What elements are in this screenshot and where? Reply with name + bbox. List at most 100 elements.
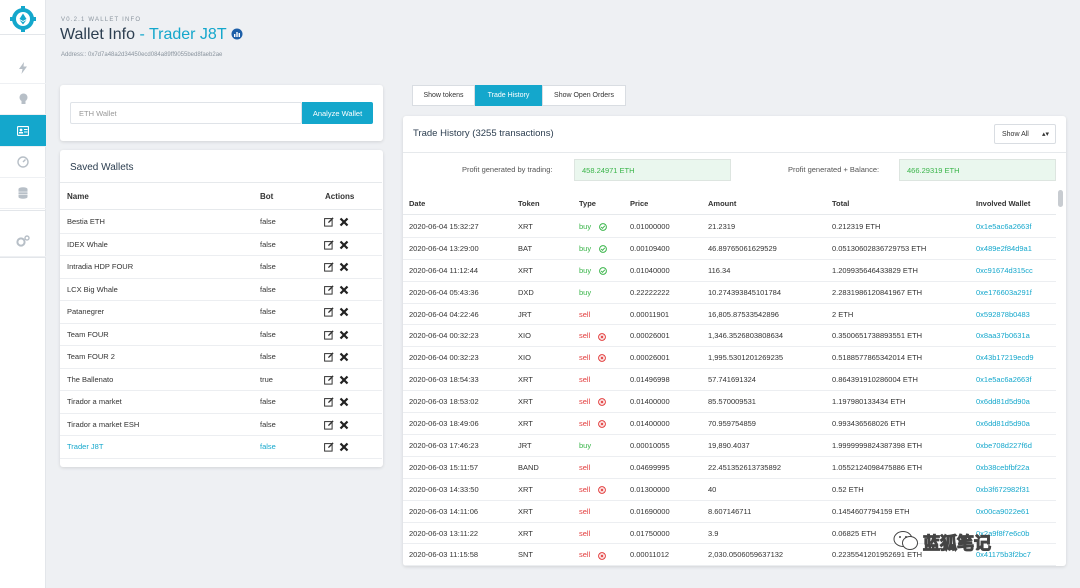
sidebar-item-ideas[interactable] [0, 83, 46, 115]
col-involved-wallet: Involved Wallet [976, 198, 1031, 208]
trade-total: 1.197980133434 ETH [832, 397, 906, 407]
delete-icon[interactable] [339, 307, 349, 317]
trade-involved-wallet[interactable]: 0xb38cebfbf22a [976, 457, 1056, 478]
saved-wallet-name[interactable]: Bestia ETH [67, 211, 105, 233]
trade-date: 2020-06-04 00:32:23 [409, 331, 479, 341]
edit-icon[interactable] [324, 284, 334, 295]
delete-icon[interactable] [339, 397, 349, 407]
sidebar-item-settings[interactable] [0, 225, 46, 257]
delete-icon[interactable] [339, 240, 349, 250]
gear-logo-icon[interactable] [10, 6, 36, 32]
trade-amount: 46.89765061629529 [708, 243, 777, 253]
select-caret-icon: ▴▾ [1041, 131, 1049, 138]
saved-wallet-row[interactable]: LCX Big Whale false [60, 279, 382, 301]
saved-wallet-row[interactable]: Bestia ETH false [60, 211, 382, 234]
col-price: Price [630, 198, 649, 208]
analyze-wallet-button[interactable]: Analyze Wallet [302, 102, 373, 124]
trade-total: 0.3500651738893551 ETH [832, 331, 923, 341]
sidebar-item-dashboard[interactable] [0, 146, 46, 178]
saved-wallet-row[interactable]: Patanegrer false [60, 301, 382, 324]
saved-wallet-name[interactable]: Team FOUR [67, 324, 109, 346]
trade-involved-wallet[interactable]: 0x43b17219ecd9 [976, 347, 1056, 368]
trade-involved-wallet[interactable]: 0x1e5ac6a2663f [976, 369, 1056, 390]
col-date: Date [409, 198, 426, 208]
saved-wallet-name[interactable]: Tirador a market [67, 391, 122, 413]
delete-icon[interactable] [339, 375, 349, 385]
trade-involved-wallet[interactable]: 0x592878b0483 [976, 304, 1056, 325]
saved-wallet-row[interactable]: Tirador a market ESH false [60, 414, 382, 436]
delete-icon[interactable] [339, 352, 349, 362]
saved-wallet-name[interactable]: Trader J8T [67, 436, 103, 458]
gauge-icon [17, 155, 29, 168]
profit-trading-value: 458.24971 ETH [574, 159, 731, 181]
saved-wallet-row[interactable]: IDEX Whale false [60, 234, 382, 256]
trade-row: 2020-06-03 14:33:50 XRT sell 0.01300000 40 0.… [403, 479, 1056, 501]
table-scrollbar[interactable] [1058, 190, 1063, 207]
saved-wallet-name[interactable]: Tirador a market ESH [67, 414, 139, 436]
edit-icon[interactable] [324, 329, 334, 340]
trade-amount: 1,346.3526803808634 [708, 331, 784, 341]
trade-date: 2020-06-03 14:33:50 [409, 484, 479, 494]
trade-row: 2020-06-03 15:11:57 BAND sell 0.04699995 22.… [403, 457, 1056, 479]
saved-wallet-name[interactable]: Intradia HDP FOUR [67, 256, 133, 278]
trade-date: 2020-06-03 18:54:33 [409, 375, 479, 385]
sidebar-item-wallet[interactable] [0, 115, 46, 147]
edit-icon[interactable] [324, 239, 334, 250]
saved-wallet-bot: false [260, 307, 276, 317]
saved-wallet-name[interactable]: Patanegrer [67, 301, 104, 323]
edit-icon[interactable] [324, 307, 334, 317]
trade-amount: 70.959754859 [708, 419, 756, 429]
edit-icon[interactable] [324, 397, 334, 407]
trade-involved-wallet[interactable]: 0x8aa37b0631a [976, 326, 1056, 347]
saved-wallet-row[interactable]: Intradia HDP FOUR false [60, 256, 382, 279]
show-all-select[interactable]: Show All ▴▾ [994, 124, 1056, 144]
trade-token: XIO [518, 331, 531, 341]
delete-icon[interactable] [339, 420, 349, 430]
eth-wallet-input[interactable]: ETH Wallet [70, 102, 302, 124]
trade-total: 2 ETH [832, 309, 854, 319]
edit-icon[interactable] [324, 217, 334, 227]
saved-wallet-name[interactable]: The Ballenato [67, 369, 113, 391]
saved-wallet-row[interactable]: Team FOUR 2 false [60, 346, 382, 369]
trade-involved-wallet[interactable]: 0x6dd81d5d90a [976, 391, 1056, 412]
saved-wallet-row[interactable]: Team FOUR false [60, 324, 382, 346]
saved-wallet-name[interactable]: LCX Big Whale [67, 279, 118, 301]
trade-involved-wallet[interactable]: 0xb3f672982f31 [976, 479, 1056, 500]
chart-badge-icon[interactable] [231, 28, 243, 40]
delete-icon[interactable] [339, 330, 349, 340]
trade-involved-wallet[interactable]: 0x1e5ac6a2663f [976, 216, 1056, 237]
saved-wallet-bot: false [260, 239, 276, 249]
delete-icon[interactable] [339, 442, 349, 452]
trade-involved-wallet[interactable]: 0xe176603a291f [976, 282, 1056, 303]
edit-icon[interactable] [324, 374, 334, 385]
trade-involved-wallet[interactable]: 0x00ca9022e61 [976, 501, 1056, 522]
saved-wallet-row[interactable]: Trader J8T false [60, 436, 382, 459]
trade-involved-wallet[interactable]: 0xc91674d315cc [976, 260, 1056, 281]
delete-icon[interactable] [339, 285, 349, 295]
trade-token: XRT [518, 221, 533, 231]
trade-involved-wallet[interactable]: 0xbe708d227f6d [976, 435, 1056, 456]
edit-icon[interactable] [324, 262, 334, 272]
edit-icon[interactable] [324, 442, 334, 452]
trade-price: 0.01040000 [630, 265, 670, 275]
sidebar-item-trading[interactable] [0, 52, 46, 84]
saved-wallet-name[interactable]: IDEX Whale [67, 234, 108, 256]
tab-show-open-orders[interactable]: Show Open Orders [542, 85, 626, 106]
sidebar-item-database[interactable] [0, 177, 46, 209]
analyze-card: ETH Wallet Analyze Wallet [60, 85, 383, 141]
saved-wallet-row[interactable]: Tirador a market false [60, 391, 382, 414]
trade-row: 2020-06-04 00:32:23 XIO sell 0.00026001 1,34… [403, 326, 1056, 348]
saved-wallet-row[interactable]: The Ballenato true [60, 369, 382, 391]
trade-involved-wallet[interactable]: 0x489e2f84d9a1 [976, 238, 1056, 259]
delete-icon[interactable] [339, 217, 349, 227]
trade-amount: 85.570009531 [708, 397, 756, 407]
edit-icon[interactable] [324, 419, 334, 430]
trade-type: sell [579, 550, 591, 560]
tab-trade-history[interactable]: Trade History [475, 85, 542, 106]
delete-icon[interactable] [339, 262, 349, 272]
tab-show-tokens[interactable]: Show tokens [412, 85, 475, 106]
edit-icon[interactable] [324, 352, 334, 362]
trade-token: XRT [518, 528, 533, 538]
saved-wallet-name[interactable]: Team FOUR 2 [67, 346, 115, 368]
trade-involved-wallet[interactable]: 0x6dd81d5d90a [976, 413, 1056, 434]
